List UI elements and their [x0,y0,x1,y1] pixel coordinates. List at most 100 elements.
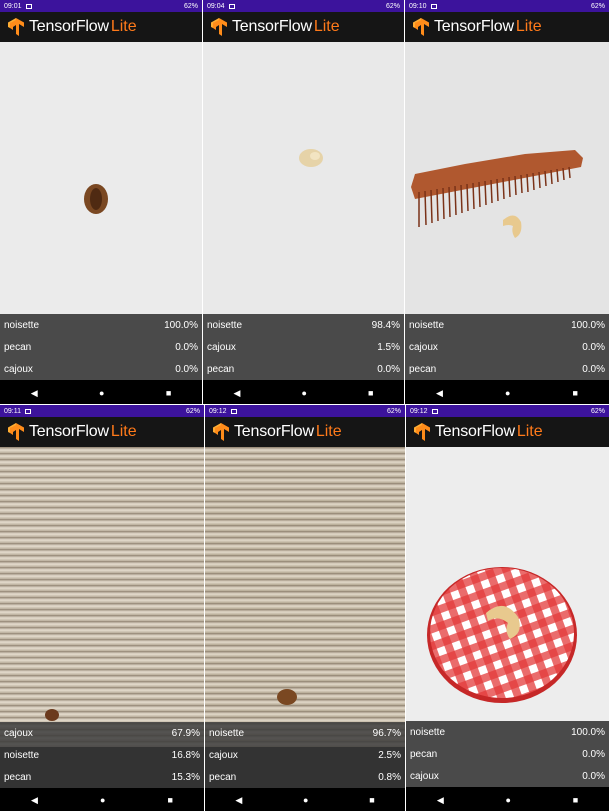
home-button[interactable]: ● [303,795,308,805]
result-label: cajoux [409,341,438,353]
status-right: 62% [387,408,401,415]
app-title: TensorFlow [234,423,314,440]
back-button[interactable]: ◀ [234,388,241,399]
status-time: 09:01 [4,2,22,10]
app-title: TensorFlow [434,18,514,35]
camera-preview[interactable] [203,42,404,314]
notification-icon [230,408,237,414]
app-title-lite: Lite [515,18,542,35]
battery-level: 62% [590,2,605,10]
result-row: cajoux 0.0% [0,358,202,380]
rug-with-nut-photo [45,709,59,721]
result-row: pecan 0.0% [406,743,609,765]
result-value: 96.7% [372,727,401,739]
back-button[interactable]: ◀ [437,795,444,806]
result-label: noisette [4,749,40,761]
notification-icon [430,3,437,9]
result-label: noisette [409,319,445,331]
app-title: TensorFlow [435,423,515,440]
status-bar: 09:10 62% [405,0,609,12]
status-bar: 09:04 62% [203,0,404,12]
result-label: pecan [4,341,32,353]
back-button[interactable]: ◀ [31,388,38,399]
result-value: 98.4% [371,319,400,331]
result-label: pecan [207,363,235,375]
result-value: 0.0% [582,748,605,760]
back-button[interactable]: ◀ [31,795,38,806]
status-bar: 09:12 62% [406,405,609,417]
home-button[interactable]: ● [506,795,511,805]
recents-button[interactable]: ■ [168,795,173,805]
result-row: noisette 98.4% [203,314,404,336]
results-panel: cajoux 67.9% noisette 16.8% pecan 15.3% [0,722,204,788]
results-panel: noisette 100.0% cajoux 0.0% pecan 0.0% [405,314,609,380]
nav-bar: ◀ ● ■ [0,382,202,404]
result-row: pecan 0.0% [405,358,609,380]
camera-preview[interactable] [405,42,609,314]
result-label: cajoux [410,770,439,782]
back-button[interactable]: ◀ [235,795,242,806]
camera-preview[interactable] [406,447,609,725]
app-bar: TensorFlow Lite [205,417,405,447]
home-button[interactable]: ● [100,795,105,805]
result-value: 67.9% [171,727,200,739]
tensorflow-logo-icon [414,423,430,441]
result-label: cajoux [4,363,33,375]
recents-button[interactable]: ■ [573,388,578,398]
result-row: noisette 96.7% [205,722,405,744]
phone-screen-4: 09:11 62% TensorFlow Lite cajoux 67.9% noi… [0,405,204,811]
result-row: cajoux 0.0% [406,765,609,787]
app-title: TensorFlow [29,18,109,35]
notification-icon [25,408,31,414]
battery-level: 62% [386,407,401,415]
jar-lid-with-cashew-photo [427,567,577,703]
battery-level: 62% [183,2,198,10]
result-value: 0.0% [377,363,400,375]
home-button[interactable]: ● [302,388,307,398]
tensorflow-logo-icon [8,18,24,36]
hazelnut-photo [299,149,323,167]
result-value: 0.8% [378,771,401,783]
recents-button[interactable]: ■ [369,795,374,805]
result-label: cajoux [4,727,33,739]
back-button[interactable]: ◀ [436,388,443,399]
nav-bar: ◀ ● ■ [406,789,609,811]
app-title-lite: Lite [313,18,340,35]
result-row: pecan 0.0% [203,358,404,380]
comb-and-cashew-photo [411,150,583,238]
status-time: 09:04 [207,2,225,10]
status-bar: 09:12 62% [205,405,405,417]
result-row: noisette 100.0% [0,314,202,336]
recents-button[interactable]: ■ [573,795,578,805]
home-button[interactable]: ● [99,388,104,398]
status-time: 09:11 [4,407,21,415]
result-value: 0.0% [175,341,198,353]
result-value: 100.0% [571,726,605,738]
notification-icon [25,3,32,9]
phone-screen-2: 09:04 62% TensorFlow Lite noisette 98.4% c… [203,0,404,404]
results-panel: noisette 96.7% cajoux 2.5% pecan 0.8% [205,722,405,788]
phone-screen-3: 09:10 62% TensorFlow Lite noisette 100.0… [405,0,609,404]
result-value: 0.0% [582,341,605,353]
result-value: 100.0% [571,319,605,331]
battery-level: 62% [185,407,200,415]
app-bar: TensorFlow Lite [0,12,202,42]
result-label: pecan [410,748,438,760]
home-button[interactable]: ● [505,388,510,398]
app-bar: TensorFlow Lite [405,12,609,42]
app-bar: TensorFlow Lite [406,417,609,447]
tensorflow-logo-icon [8,423,24,441]
app-title: TensorFlow [29,423,109,440]
recents-button[interactable]: ■ [166,388,171,398]
app-title: TensorFlow [232,18,312,35]
camera-preview[interactable] [0,447,204,747]
results-panel: noisette 100.0% pecan 0.0% cajoux 0.0% [0,314,202,380]
recents-button[interactable]: ■ [368,388,373,398]
result-value: 15.3% [171,771,200,783]
app-title-lite: Lite [516,423,543,440]
result-row: noisette 100.0% [405,314,609,336]
camera-preview[interactable] [205,447,405,747]
result-row: cajoux 2.5% [205,744,405,766]
camera-preview[interactable] [0,42,202,314]
app-title-lite: Lite [110,18,137,35]
